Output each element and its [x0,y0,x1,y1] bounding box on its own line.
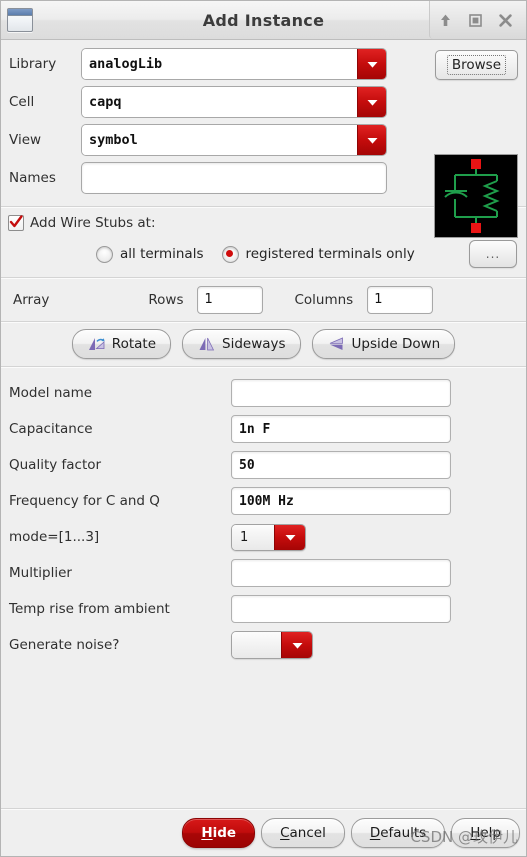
radio-all-terminals[interactable] [96,245,113,263]
radio-all-terminals-label: all terminals [120,246,204,262]
model-name-input[interactable] [231,379,451,407]
rotate-label: Rotate [111,336,156,352]
close-x-icon [498,13,512,27]
identity-section: Library analogLib Cell capq View symbol … [1,40,526,238]
sideways-icon [199,337,215,351]
library-combo[interactable]: analogLib [81,48,387,80]
upside-down-label: Upside Down [351,336,441,352]
library-label: Library [9,56,57,72]
window-icon [7,8,33,32]
cancel-label: Cancel [280,824,326,841]
browse-button[interactable]: Browse [434,50,518,80]
cell-label: Cell [9,94,35,110]
array-section: Array Rows 1 Columns 1 [1,278,526,321]
symbol-preview [434,154,518,238]
rotate-icon [88,338,105,350]
param-row-quality-factor: Quality factor 50 [1,447,526,483]
generate-noise-dropdown-arrow[interactable] [281,632,312,658]
param-row-generate-noise: Generate noise? [1,627,526,663]
param-row-frequency: Frequency for C and Q 100M Hz [1,483,526,519]
chevron-down-icon [292,642,302,649]
cell-row: Cell capq [1,86,526,118]
add-wire-stubs-label: Add Wire Stubs at: [30,215,156,231]
multiplier-input[interactable] [231,559,451,587]
cell-dropdown-arrow[interactable] [357,87,386,117]
sideways-button[interactable]: Sideways [182,329,301,359]
chevron-down-icon [367,61,377,68]
temp-rise-input[interactable] [231,595,451,623]
array-label: Array [13,291,50,308]
add-instance-dialog: Add Instance Library analogLib Cell capq… [0,0,527,857]
square-icon [468,13,482,27]
defaults-button[interactable]: Defaults [350,817,446,848]
param-row-mode: mode=[1...3] 1 [1,519,526,555]
names-label: Names [9,170,56,186]
param-row-model-name: Model name [1,375,526,411]
library-dropdown-arrow[interactable] [357,49,386,79]
names-input[interactable] [81,162,387,194]
param-label: Temp rise from ambient [9,601,170,617]
param-row-multiplier: Multiplier [1,555,526,591]
param-label: mode=[1...3] [9,529,100,545]
frequency-input[interactable]: 100M Hz [231,487,451,515]
checkmark-icon [9,215,23,228]
chevron-down-icon [285,534,295,541]
param-label: Model name [9,385,93,401]
view-dropdown-arrow[interactable] [357,125,386,155]
radio-registered-terminals-label: registered terminals only [245,246,415,262]
view-value[interactable]: symbol [82,125,357,155]
library-value[interactable]: analogLib [82,49,357,79]
chevron-down-icon [367,99,377,106]
view-label: View [9,132,42,148]
generate-noise-combo[interactable] [231,631,313,659]
columns-input[interactable]: 1 [367,285,434,314]
help-label: Help [470,824,501,841]
add-wire-stubs-checkbox[interactable] [8,215,24,231]
param-label: Quality factor [9,457,102,473]
upside-down-icon [329,337,343,350]
generate-noise-value[interactable] [232,632,281,658]
window-controls [429,1,526,39]
parameters-section: Model name Capacitance 1n F Quality fact… [1,367,526,808]
terminal-options-row: all terminals registered terminals only … [1,239,526,269]
dialog-footer: Hide Cancel Defaults Help CSDN @玫伊儿 [1,809,526,856]
browse-label: Browse [446,55,506,75]
rows-label: Rows [148,291,184,308]
mode-dropdown-arrow[interactable] [274,524,305,550]
param-label: Generate noise? [9,637,120,653]
view-row: View symbol [1,124,526,156]
hide-button[interactable]: Hide [182,817,256,848]
mode-value[interactable]: 1 [232,524,274,550]
capq-symbol-icon [444,159,500,233]
hide-label: Hide [201,824,237,841]
param-label: Capacitance [9,421,93,437]
close-button[interactable] [490,5,520,35]
capacitance-input[interactable]: 1n F [231,415,451,443]
param-label: Multiplier [9,565,72,581]
orientation-section: Rotate Sideways Upside Down [1,322,526,366]
sideways-label: Sideways [222,336,286,352]
radio-registered-terminals[interactable] [221,245,239,263]
more-options-button[interactable]: ... [469,240,517,268]
param-row-capacitance: Capacitance 1n F [1,411,526,447]
maximize-button[interactable] [460,5,490,35]
param-label: Frequency for C and Q [9,493,160,509]
param-row-temp-rise: Temp rise from ambient [1,591,526,627]
title-bar: Add Instance [1,1,526,40]
mode-combo[interactable]: 1 [231,523,306,551]
cancel-button[interactable]: Cancel [261,817,345,848]
cell-combo[interactable]: capq [81,86,387,118]
rotate-button[interactable]: Rotate [71,329,171,359]
cell-value[interactable]: capq [82,87,357,117]
defaults-label: Defaults [369,824,427,841]
view-combo[interactable]: symbol [81,124,387,156]
arrow-up-icon [440,14,450,26]
shade-button[interactable] [430,5,460,35]
upside-down-button[interactable]: Upside Down [311,329,456,359]
columns-label: Columns [294,291,354,308]
rows-input[interactable]: 1 [197,285,264,314]
chevron-down-icon [367,137,377,144]
quality-factor-input[interactable]: 50 [231,451,451,479]
help-button[interactable]: Help [451,817,520,848]
